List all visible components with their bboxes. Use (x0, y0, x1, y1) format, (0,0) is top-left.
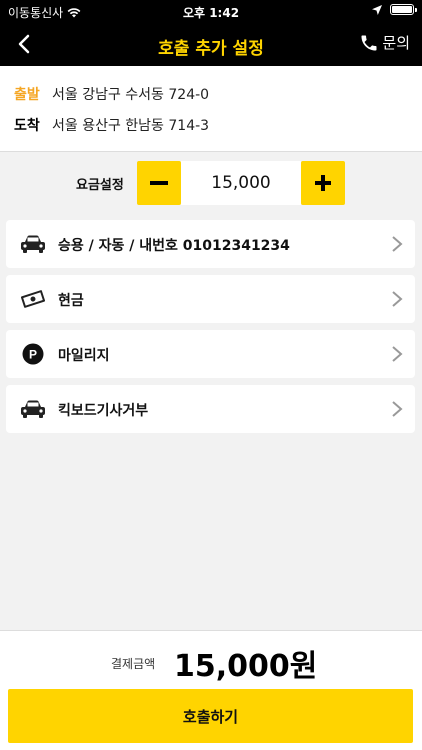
mileage-p-icon: P (20, 342, 46, 366)
departure-row: 출발 서울 강남구 수서동 724-0 (14, 84, 209, 104)
fare-setting: 요금설정 15,000 (0, 160, 422, 206)
departure-label: 출발 (14, 87, 40, 103)
route-panel: 출발 서울 강남구 수서동 724-0 도착 서울 용산구 한남동 714-3 (0, 66, 422, 152)
vehicle-option-label: 승용 / 자동 / 내번호 01012341234 (58, 238, 290, 254)
status-bar: 이동통신사 오후 1:42 (0, 0, 422, 22)
kickboard-driver-reject-row[interactable]: 킥보드기사거부 (6, 385, 415, 433)
chevron-right-icon (392, 291, 403, 307)
car-icon (20, 232, 46, 256)
chevron-right-icon (392, 401, 403, 417)
vehicle-option-row[interactable]: 승용 / 자동 / 내번호 01012341234 (6, 220, 415, 268)
kickboard-driver-reject-label: 킥보드기사거부 (58, 403, 149, 419)
plus-icon (315, 175, 331, 191)
inquiry-label: 문의 (382, 34, 410, 52)
arrival-row: 도착 서울 용산구 한남동 714-3 (14, 115, 209, 135)
cash-icon (20, 287, 46, 311)
chevron-right-icon (392, 236, 403, 252)
call-button[interactable]: 호출하기 (8, 689, 413, 743)
chevron-left-icon (18, 34, 30, 54)
mileage-label: 마일리지 (58, 348, 110, 364)
payment-method-label: 현금 (58, 293, 84, 309)
payment-summary: 결제금액 15,000원 호출하기 (0, 630, 422, 750)
payment-amount: 15,000원 (174, 649, 318, 684)
back-button[interactable] (10, 28, 42, 60)
fare-decrease-button[interactable] (137, 161, 181, 205)
fare-label: 요금설정 (76, 178, 124, 193)
payment-amount-label: 결제금액 (111, 657, 156, 671)
fare-value: 15,000 (181, 161, 301, 205)
phone-icon (361, 35, 377, 50)
status-time: 오후 1:42 (182, 6, 240, 20)
battery-icon (390, 4, 417, 15)
mileage-p-text: P (29, 348, 37, 362)
arrival-label: 도착 (14, 118, 40, 134)
car-icon (20, 397, 46, 421)
chevron-right-icon (392, 346, 403, 362)
location-arrow-icon (372, 4, 382, 15)
fare-increase-button[interactable] (301, 161, 345, 205)
departure-address: 서울 강남구 수서동 724-0 (52, 87, 210, 103)
nav-bar: 호출 추가 설정 문의 (0, 22, 422, 66)
status-right-group (372, 4, 417, 15)
arrival-address: 서울 용산구 한남동 714-3 (52, 118, 210, 134)
inquiry-button[interactable]: 문의 (359, 32, 410, 53)
mileage-row[interactable]: P 마일리지 (6, 330, 415, 378)
payment-method-row[interactable]: 현금 (6, 275, 415, 323)
minus-icon (150, 181, 168, 185)
